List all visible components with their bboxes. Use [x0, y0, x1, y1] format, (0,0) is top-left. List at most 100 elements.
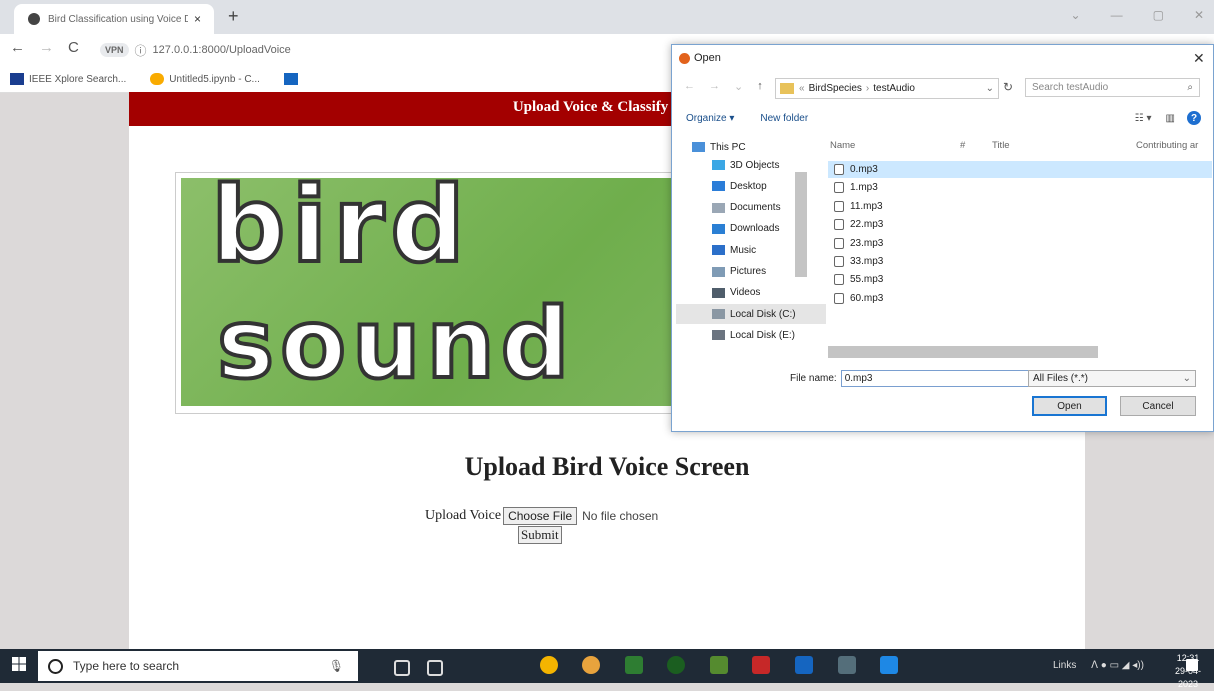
new-folder-button[interactable]: New folder — [760, 113, 808, 124]
site-info-icon[interactable]: ⓘ — [135, 42, 147, 59]
dropdown-chevron-icon[interactable]: ⌄ — [734, 80, 743, 93]
tab-title: Bird Classification using Voice D... — [48, 13, 188, 25]
taskbar-app-icon[interactable] — [710, 656, 728, 674]
taskbar-search-box[interactable]: Type here to search 🎙 — [38, 651, 358, 681]
nav-item-icon — [712, 202, 725, 213]
audio-file-icon — [834, 292, 844, 304]
search-circle-icon — [48, 658, 63, 674]
file-name: 1.mp3 — [850, 182, 878, 194]
minimize-button[interactable]: — — [1111, 8, 1123, 22]
file-name: 60.mp3 — [850, 292, 884, 304]
dialog-search-input[interactable]: Search testAudio ⌕ — [1025, 78, 1200, 97]
nav-item-label: Pictures — [730, 266, 767, 277]
nav-item-icon — [712, 181, 725, 192]
firefox-icon — [679, 53, 690, 64]
taskbar-app-icon[interactable] — [838, 656, 856, 674]
file-type-select[interactable]: All Files (*.*) ⌄ — [1028, 370, 1196, 387]
back-arrow-icon[interactable]: ← — [10, 39, 25, 56]
nav-item-icon — [712, 223, 725, 234]
dialog-nav-arrows: ← → ⌄ ↑ — [684, 80, 763, 93]
file-row[interactable]: 11.mp3 — [828, 198, 1212, 215]
preview-pane-icon[interactable]: ▥ — [1166, 113, 1175, 124]
taskbar-app-icon[interactable] — [667, 656, 685, 674]
organize-button[interactable]: Organize ▾ — [686, 113, 734, 124]
nav-item-label: This PC — [710, 141, 746, 153]
bookmark-colab[interactable]: Untitled5.ipynb - C... — [150, 73, 260, 85]
column-name[interactable]: Name — [828, 140, 960, 151]
notification-icon[interactable] — [1186, 659, 1198, 671]
help-icon[interactable]: ? — [1187, 111, 1201, 125]
search-icon[interactable]: ⌕ — [1187, 82, 1193, 93]
path-overflow[interactable]: « — [799, 83, 805, 94]
navigation-buttons: ← → C — [10, 39, 79, 56]
cancel-button[interactable]: Cancel — [1120, 396, 1196, 416]
address-bar[interactable]: VPN ⓘ 127.0.0.1:8000/UploadVoice — [100, 39, 660, 61]
nav-item-label: Local Disk (E:) — [730, 329, 796, 341]
taskbar-app-icon[interactable] — [795, 656, 813, 674]
microphone-icon[interactable]: 🎙 — [329, 659, 344, 673]
taskbar-app-icon[interactable] — [540, 656, 558, 674]
file-row[interactable]: 33.mp3 — [828, 253, 1212, 270]
audio-file-icon — [834, 237, 844, 249]
task-view-icon[interactable] — [394, 660, 410, 676]
chevron-down-icon: ⌄ — [1182, 373, 1191, 384]
view-options-icon[interactable]: ☷ ▾ — [1135, 113, 1152, 124]
taskbar-app-icon[interactable] — [880, 656, 898, 674]
taskbar-app-icon[interactable] — [625, 656, 643, 674]
up-arrow-icon[interactable]: ↑ — [757, 80, 763, 93]
dialog-navigation-pane: This PC 3D Objects Desktop Documents Downloa… — [676, 137, 826, 357]
taskbar-app-icon[interactable] — [752, 656, 770, 674]
refresh-icon[interactable]: ↻ — [1003, 80, 1013, 94]
folder-icon — [780, 83, 794, 94]
taskbar-links-toolbar[interactable]: Links ᐱ ● ▭ ◢ ◂)) — [1053, 660, 1144, 671]
vpn-badge[interactable]: VPN — [100, 43, 129, 57]
links-label: Links — [1053, 660, 1077, 671]
file-row[interactable]: 22.mp3 — [828, 216, 1212, 233]
file-row[interactable]: 1.mp3 — [828, 179, 1212, 196]
reload-icon[interactable]: C — [68, 39, 79, 56]
browser-tab[interactable]: Bird Classification using Voice D... × — [14, 4, 214, 34]
bookmark-m[interactable] — [283, 73, 303, 85]
nav-item-local-disk-c[interactable]: Local Disk (C:) — [676, 304, 826, 325]
nav-item-local-disk-e[interactable]: Local Disk (E:) — [676, 325, 826, 345]
file-row[interactable]: 0.mp3 — [828, 161, 1212, 178]
nav-item-videos[interactable]: Videos — [676, 283, 826, 303]
url-text[interactable]: 127.0.0.1:8000/UploadVoice — [153, 44, 291, 56]
maximize-button[interactable]: ▢ — [1153, 8, 1164, 22]
column-number[interactable]: # — [960, 140, 992, 151]
forward-arrow-icon[interactable]: → — [709, 80, 720, 93]
edge-icon[interactable] — [427, 660, 443, 676]
file-row[interactable]: 55.mp3 — [828, 271, 1212, 288]
taskbar-app-icon[interactable] — [582, 656, 600, 674]
nav-pane-scrollbar[interactable] — [795, 172, 807, 277]
nav-item-this-pc[interactable]: This PC — [676, 137, 816, 157]
audio-file-icon — [834, 274, 844, 286]
column-contributing-artists[interactable]: Contributing ar — [1136, 140, 1198, 151]
new-tab-button[interactable]: + — [228, 6, 239, 27]
dialog-path-bar[interactable]: « BirdSpecies › testAudio ⌄ — [775, 78, 999, 99]
system-tray-icons[interactable]: ᐱ ● ▭ ◢ ◂)) — [1091, 660, 1144, 671]
choose-file-button[interactable]: Choose File — [503, 507, 578, 525]
file-list-header: Name # Title Contributing ar — [828, 140, 1213, 151]
column-title[interactable]: Title — [992, 140, 1136, 151]
dialog-close-icon[interactable]: ✕ — [1193, 50, 1205, 67]
forward-arrow-icon[interactable]: → — [39, 39, 54, 56]
bookmark-ieee[interactable]: IEEE Xplore Search... — [10, 73, 126, 85]
file-row[interactable]: 60.mp3 — [828, 290, 1212, 307]
taskbar-clock[interactable]: 12:31 29-04-2023 — [1165, 652, 1211, 691]
file-row[interactable]: 23.mp3 — [828, 235, 1212, 252]
path-segment-testaudio[interactable]: testAudio — [873, 83, 915, 94]
windows-start-icon[interactable] — [12, 657, 26, 671]
nav-item-label: 3D Objects — [730, 159, 780, 171]
open-button[interactable]: Open — [1032, 396, 1107, 416]
submit-button[interactable]: Submit — [518, 526, 562, 544]
back-arrow-icon[interactable]: ← — [684, 80, 695, 93]
nav-item-label: Local Disk (C:) — [730, 308, 796, 320]
file-name: 0.mp3 — [850, 164, 878, 175]
close-window-button[interactable]: ✕ — [1194, 8, 1204, 22]
path-dropdown-icon[interactable]: ⌄ — [986, 83, 994, 94]
tab-close-icon[interactable]: × — [194, 12, 201, 26]
path-segment-birdspecies[interactable]: BirdSpecies — [809, 83, 862, 94]
tab-search-icon[interactable]: ⌄ — [1071, 8, 1081, 22]
file-list-horizontal-scrollbar[interactable] — [828, 346, 1098, 358]
